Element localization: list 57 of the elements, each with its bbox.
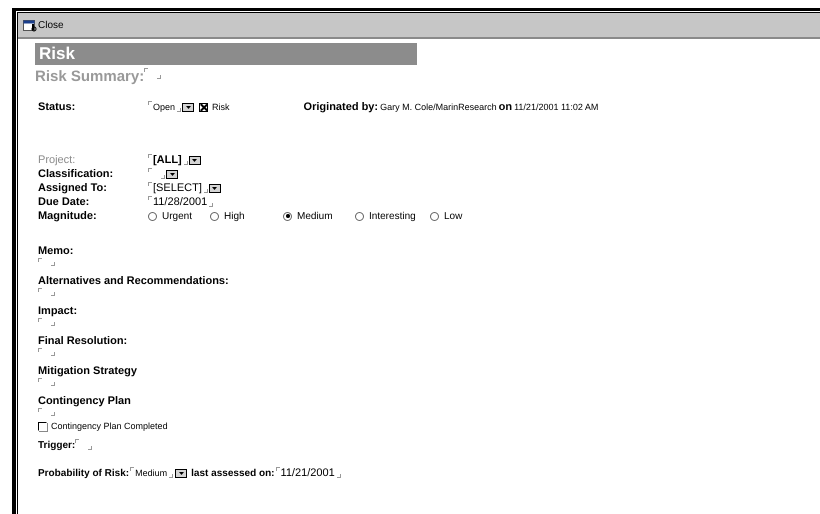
field-label: Assigned To: bbox=[38, 182, 108, 194]
probability-label: Probability of Risk: bbox=[38, 468, 130, 478]
section-label: Contingency Plan bbox=[38, 395, 132, 408]
caret-icon bbox=[192, 158, 198, 162]
rich-text-field[interactable] bbox=[38, 258, 55, 267]
rich-text-field[interactable] bbox=[38, 348, 55, 357]
field-label: Due Date: bbox=[38, 196, 90, 208]
completed-checkbox[interactable] bbox=[38, 422, 47, 430]
assessed-label: last assessed on: bbox=[191, 468, 275, 478]
dropdown-field[interactable]: [ALL] bbox=[148, 154, 188, 166]
trigger-field[interactable] bbox=[75, 439, 92, 451]
field-label: Project: bbox=[38, 154, 76, 166]
caret-icon bbox=[186, 106, 191, 108]
radio-option[interactable]: Urgent bbox=[148, 210, 210, 222]
status-field[interactable]: Open bbox=[148, 101, 182, 113]
section-label: Memo: bbox=[38, 245, 74, 258]
dropdown-button[interactable] bbox=[166, 170, 178, 178]
caret-icon bbox=[178, 472, 184, 474]
dropdown-button[interactable] bbox=[182, 102, 194, 112]
dropdown-button[interactable] bbox=[175, 468, 188, 478]
dropdown-button[interactable] bbox=[208, 184, 221, 192]
originator-name: Gary M. Cole/MarinResearch bbox=[380, 102, 497, 112]
caret-icon bbox=[212, 186, 218, 190]
close-button[interactable]: Close bbox=[23, 18, 64, 32]
magnitude-label: Magnitude: bbox=[38, 210, 98, 222]
section-label: Mitigation Strategy bbox=[38, 365, 138, 378]
summary-field[interactable] bbox=[144, 68, 162, 80]
text-field[interactable]: 11/28/2001 bbox=[148, 196, 214, 208]
radio-option[interactable]: Low bbox=[430, 210, 470, 222]
originated-label: Originated by: bbox=[304, 101, 378, 113]
probability-field[interactable]: Medium bbox=[130, 467, 174, 479]
section-label: Impact: bbox=[38, 305, 78, 318]
originated-datetime: 11/21/2001 11:02 AM bbox=[514, 102, 598, 112]
radio-option[interactable]: High bbox=[210, 210, 283, 222]
trigger-label: Trigger: bbox=[38, 440, 76, 450]
dropdown-field[interactable]: [SELECT] bbox=[148, 182, 208, 194]
rich-text-field[interactable] bbox=[38, 288, 55, 297]
rich-text-field[interactable] bbox=[38, 408, 55, 417]
radio-option[interactable]: Medium bbox=[283, 210, 355, 222]
risk-checkbox[interactable] bbox=[199, 102, 208, 112]
rich-text-field[interactable] bbox=[38, 378, 55, 387]
status-label: Status: bbox=[38, 101, 76, 113]
dropdown-field[interactable] bbox=[148, 168, 165, 180]
section-label: Final Resolution: bbox=[38, 335, 128, 348]
dropdown-button[interactable] bbox=[188, 156, 201, 164]
radio-option[interactable]: Interesting bbox=[355, 210, 430, 222]
completed-label: Contingency Plan Completed bbox=[51, 421, 168, 431]
section-label: Alternatives and Recommendations: bbox=[38, 275, 230, 288]
field-label: Classification: bbox=[38, 168, 114, 180]
risk-label: Risk bbox=[212, 102, 230, 112]
caret-icon bbox=[170, 172, 174, 176]
form-title: Risk bbox=[35, 43, 417, 65]
rich-text-field[interactable] bbox=[38, 318, 55, 327]
summary-label: Risk Summary: bbox=[35, 68, 144, 85]
close-window-icon bbox=[23, 18, 37, 32]
on-label: on bbox=[498, 101, 512, 113]
assessed-date-field[interactable]: 11/21/2001 bbox=[276, 467, 341, 479]
